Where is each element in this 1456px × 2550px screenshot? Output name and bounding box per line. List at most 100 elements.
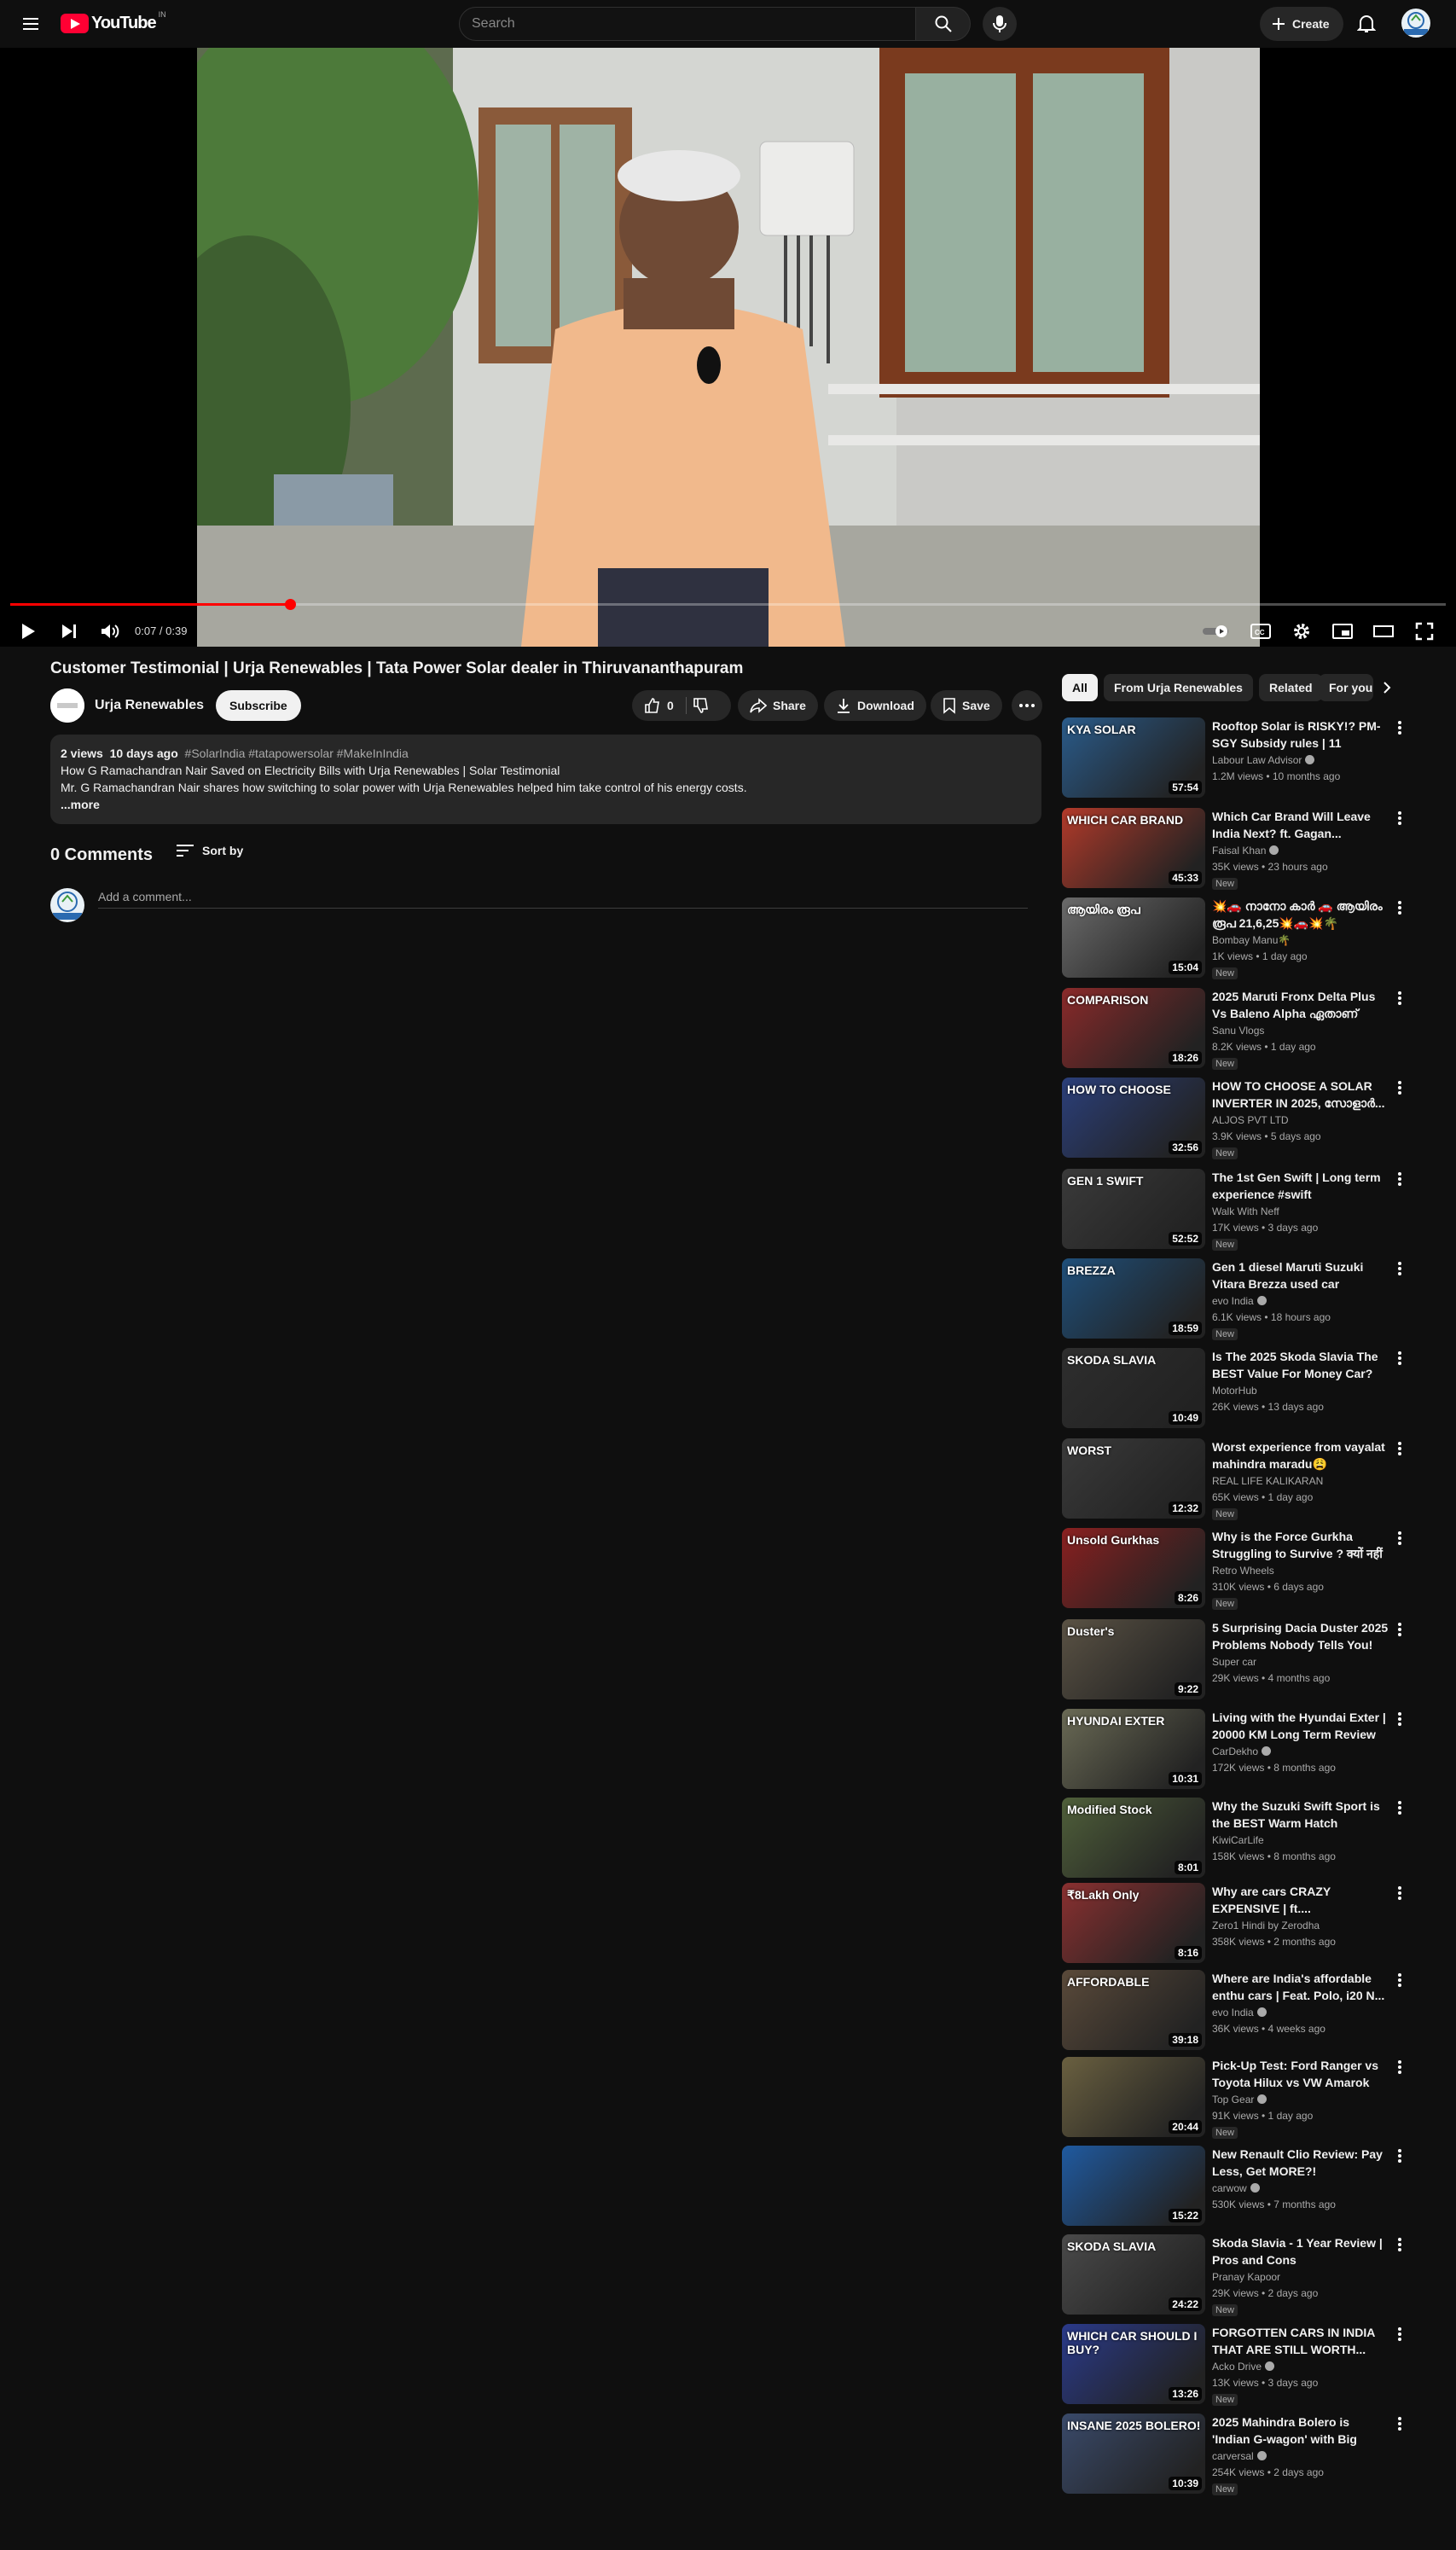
recommendation-channel[interactable]: Labour Law Advisor: [1212, 754, 1315, 766]
recommendation-item[interactable]: Unsold Gurkhas 8:26 Why is the Force Gurkh…: [1062, 1528, 1437, 1613]
recommendation-title[interactable]: New Renault Clio Review: Pay Less, Get M…: [1212, 2146, 1389, 2180]
video-thumbnail[interactable]: WHICH CAR SHOULD I BUY? 13:26: [1062, 2324, 1205, 2404]
more-options-button[interactable]: [1389, 2413, 1410, 2434]
video-thumbnail[interactable]: ആയിരം രൂപ 15:04: [1062, 897, 1205, 978]
chip-for-you[interactable]: For you: [1319, 674, 1373, 701]
more-options-button[interactable]: [1389, 1970, 1410, 1990]
recommendation-channel[interactable]: REAL LIFE KALIKARAN: [1212, 1475, 1323, 1487]
more-options-button[interactable]: [1389, 1438, 1410, 1459]
video-thumbnail[interactable]: COMPARISON 18:26: [1062, 988, 1205, 1068]
recommendation-item[interactable]: WORST 12:32 Worst experience from vayalat …: [1062, 1438, 1437, 1524]
autoplay-toggle[interactable]: [1201, 616, 1232, 647]
video-thumbnail[interactable]: ₹8Lakh Only 8:16: [1062, 1883, 1205, 1963]
recommendation-channel[interactable]: Top Gear: [1212, 2094, 1267, 2106]
recommendation-item[interactable]: GEN 1 SWIFT 52:52 The 1st Gen Swift | Long…: [1062, 1169, 1437, 1254]
more-actions-button[interactable]: [1012, 690, 1042, 721]
recommendation-item[interactable]: KYA SOLAR 57:54 Rooftop Solar is RISKY!? P…: [1062, 717, 1437, 803]
subscribe-button[interactable]: Subscribe: [216, 690, 301, 721]
recommendation-title[interactable]: Is The 2025 Skoda Slavia The BEST Value …: [1212, 1348, 1389, 1382]
more-options-button[interactable]: [1389, 2234, 1410, 2255]
video-thumbnail[interactable]: GEN 1 SWIFT 52:52: [1062, 1169, 1205, 1249]
search-input[interactable]: [472, 16, 903, 32]
more-options-button[interactable]: [1389, 2324, 1410, 2344]
recommendation-title[interactable]: Skoda Slavia - 1 Year Review | Pros and …: [1212, 2234, 1389, 2268]
fullscreen-button[interactable]: [1412, 616, 1437, 647]
more-options-button[interactable]: [1389, 1348, 1410, 1368]
recommendation-title[interactable]: HOW TO CHOOSE A SOLAR INVERTER IN 2025, …: [1212, 1078, 1389, 1112]
recommendation-channel[interactable]: Pranay Kapoor: [1212, 2271, 1280, 2283]
recommendation-channel[interactable]: MotorHub: [1212, 1385, 1257, 1397]
more-options-button[interactable]: [1389, 1528, 1410, 1548]
recommendation-title[interactable]: Pick-Up Test: Ford Ranger vs Toyota Hilu…: [1212, 2057, 1389, 2091]
search-box[interactable]: [459, 7, 916, 41]
mute-button[interactable]: [97, 616, 123, 647]
recommendation-title[interactable]: 5 Surprising Dacia Duster 2025 Problems …: [1212, 1619, 1389, 1653]
recommendation-channel[interactable]: Acko Drive: [1212, 2361, 1275, 2373]
recommendation-title[interactable]: Which Car Brand Will Leave India Next? f…: [1212, 808, 1389, 842]
recommendation-channel[interactable]: carwow: [1212, 2182, 1260, 2194]
recommendation-channel[interactable]: Retro Wheels: [1212, 1565, 1274, 1577]
video-frame[interactable]: [197, 48, 1260, 647]
show-more-link[interactable]: ...more: [61, 796, 1031, 813]
video-thumbnail[interactable]: BREZZA 18:59: [1062, 1258, 1205, 1339]
account-avatar[interactable]: [1401, 9, 1430, 38]
more-options-button[interactable]: [1389, 1169, 1410, 1189]
recommendation-title[interactable]: 2025 Maruti Fronx Delta Plus Vs Baleno A…: [1212, 988, 1389, 1022]
channel-name[interactable]: Urja Renewables: [95, 698, 204, 713]
recommendation-channel[interactable]: Super car: [1212, 1656, 1256, 1668]
hashtags[interactable]: #SolarIndia #tatapowersolar #MakeInIndia: [185, 746, 409, 760]
like-button[interactable]: 0: [644, 697, 687, 714]
video-thumbnail[interactable]: 15:22: [1062, 2146, 1205, 2226]
recommendation-item[interactable]: INSANE 2025 BOLERO! 10:39 2025 Mahindra Bo…: [1062, 2413, 1437, 2499]
more-options-button[interactable]: [1389, 1883, 1410, 1903]
recommendation-item[interactable]: SKODA SLAVIA 10:49 Is The 2025 Skoda Slavi…: [1062, 1348, 1437, 1433]
recommendation-item[interactable]: 15:22 New Renault Clio Review: Pay Less, …: [1062, 2146, 1437, 2231]
recommendation-item[interactable]: WHICH CAR BRAND 45:33 Which Car Brand Will…: [1062, 808, 1437, 893]
video-player[interactable]: 0:07 / 0:39 CC: [0, 48, 1456, 647]
more-options-button[interactable]: [1389, 1709, 1410, 1729]
chips-next-button[interactable]: [1375, 674, 1399, 701]
recommendation-title[interactable]: Why the Suzuki Swift Sport is the BEST W…: [1212, 1798, 1389, 1832]
share-button[interactable]: Share: [738, 690, 818, 721]
more-options-button[interactable]: [1389, 2146, 1410, 2166]
play-button[interactable]: [15, 616, 41, 647]
chip-all[interactable]: All: [1062, 674, 1098, 701]
recommendation-title[interactable]: Living with the Hyundai Exter | 20000 KM…: [1212, 1709, 1389, 1743]
create-button[interactable]: Create: [1260, 7, 1343, 41]
video-thumbnail[interactable]: Modified Stock 8:01: [1062, 1798, 1205, 1878]
video-thumbnail[interactable]: HOW TO CHOOSE 32:56: [1062, 1078, 1205, 1158]
recommendation-channel[interactable]: carversal: [1212, 2450, 1267, 2462]
recommendation-title[interactable]: 💥🚗 നാനോ കാർ 🚗 ആയിരം രൂപ 21,6,25💥🚗💥🌴#tren…: [1212, 897, 1389, 932]
recommendation-item[interactable]: Modified Stock 8:01 Why the Suzuki Swift S…: [1062, 1798, 1437, 1883]
more-options-button[interactable]: [1389, 1798, 1410, 1818]
recommendation-item[interactable]: 20:44 Pick-Up Test: Ford Ranger vs Toyota…: [1062, 2057, 1437, 2142]
recommendation-title[interactable]: Where are India's affordable enthu cars …: [1212, 1970, 1389, 2004]
more-options-button[interactable]: [1389, 717, 1410, 738]
more-options-button[interactable]: [1389, 2057, 1410, 2077]
miniplayer-button[interactable]: [1330, 616, 1355, 647]
recommendation-title[interactable]: Why is the Force Gurkha Struggling to Su…: [1212, 1528, 1389, 1562]
video-thumbnail[interactable]: KYA SOLAR 57:54: [1062, 717, 1205, 798]
recommendation-channel[interactable]: CarDekho: [1212, 1746, 1272, 1757]
video-thumbnail[interactable]: Duster's 9:22: [1062, 1619, 1205, 1699]
video-thumbnail[interactable]: WHICH CAR BRAND 45:33: [1062, 808, 1205, 888]
download-button[interactable]: Download: [824, 690, 926, 721]
recommendation-title[interactable]: Rooftop Solar is RISKY!? PM-SGY Subsidy …: [1212, 717, 1389, 752]
recommendation-channel[interactable]: KiwiCarLife: [1212, 1834, 1264, 1846]
recommendation-channel[interactable]: evo India: [1212, 2007, 1267, 2019]
recommendation-channel[interactable]: Zero1 Hindi by Zerodha: [1212, 1920, 1320, 1931]
more-options-button[interactable]: [1389, 1078, 1410, 1098]
youtube-logo[interactable]: YouTube IN: [61, 10, 166, 33]
video-thumbnail[interactable]: WORST 12:32: [1062, 1438, 1205, 1519]
recommendation-item[interactable]: HYUNDAI EXTER 10:31 Living with the Hyunda…: [1062, 1709, 1437, 1794]
chip-related[interactable]: Related: [1259, 674, 1323, 701]
video-thumbnail[interactable]: AFFORDABLE 39:18: [1062, 1970, 1205, 2050]
recommendation-item[interactable]: WHICH CAR SHOULD I BUY? 13:26 FORGOTTEN CA…: [1062, 2324, 1437, 2409]
recommendation-item[interactable]: HOW TO CHOOSE 32:56 HOW TO CHOOSE A SOLAR …: [1062, 1078, 1437, 1163]
video-thumbnail[interactable]: Unsold Gurkhas 8:26: [1062, 1528, 1205, 1608]
description-box[interactable]: 2 views 10 days ago #SolarIndia #tatapow…: [50, 735, 1041, 824]
theater-mode-button[interactable]: [1371, 616, 1396, 647]
recommendation-item[interactable]: Duster's 9:22 5 Surprising Dacia Duster 20…: [1062, 1619, 1437, 1705]
chip-from-urja-renewables[interactable]: From Urja Renewables: [1104, 674, 1253, 701]
recommendation-channel[interactable]: ALJOS PVT LTD: [1212, 1114, 1289, 1126]
